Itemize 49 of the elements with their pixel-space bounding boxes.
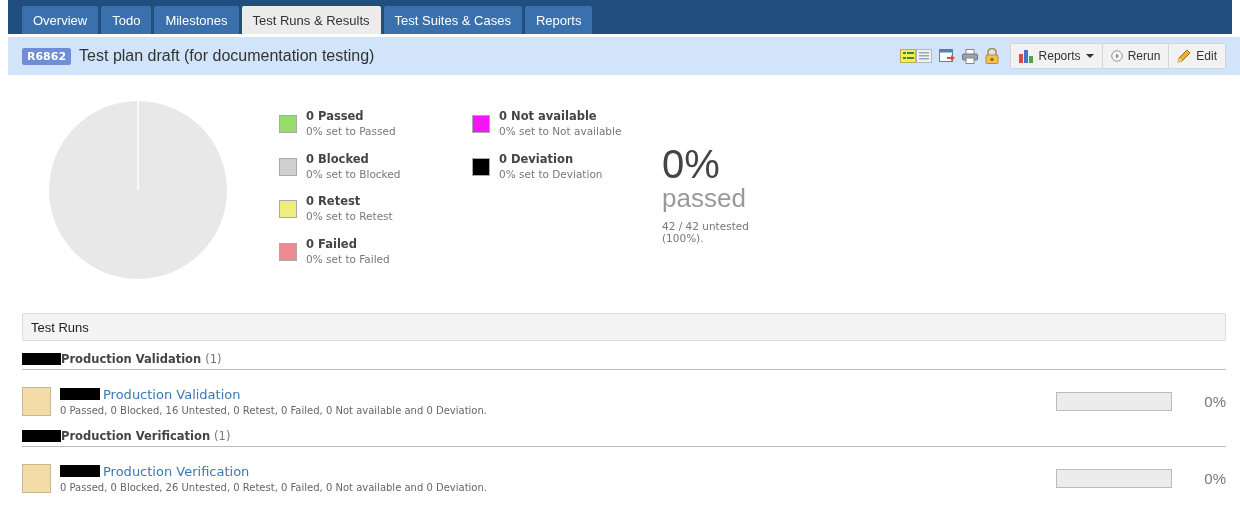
bar-chart-icon bbox=[1018, 49, 1034, 63]
group-title: Production Validation bbox=[61, 352, 202, 366]
plan-title: Test plan draft (for documentation testing) bbox=[79, 47, 375, 65]
group-title: Production Verification bbox=[61, 429, 211, 443]
redaction-block bbox=[22, 430, 61, 442]
legend-label: 0 Deviation bbox=[499, 151, 575, 166]
edit-button[interactable]: Edit bbox=[1168, 44, 1225, 68]
tab[interactable]: Milestones bbox=[154, 6, 239, 34]
run-percent: 0% bbox=[1203, 469, 1226, 487]
redaction-block bbox=[22, 353, 61, 365]
redaction-block bbox=[60, 465, 100, 477]
redaction-block bbox=[60, 388, 100, 400]
run-status-icon bbox=[22, 386, 51, 416]
pass-caption: passed bbox=[662, 184, 747, 212]
legend-label: 0 Passed bbox=[306, 109, 365, 123]
lock-icon[interactable] bbox=[984, 48, 999, 64]
play-icon bbox=[1110, 50, 1123, 62]
run-stats: 0 Passed, 0 Blocked, 26 Untested, 0 Retest, 0 Failed, 0 Not available and 0 Deviation. bbox=[60, 481, 487, 493]
export-icon[interactable] bbox=[938, 49, 955, 63]
legend-detail: 0% set to Retest bbox=[306, 210, 393, 222]
legend-detail: 0% set to Passed bbox=[306, 125, 396, 137]
id-badge: R6862 bbox=[22, 47, 72, 65]
group-count: (1) bbox=[205, 352, 222, 366]
tab[interactable]: Overview bbox=[22, 6, 99, 34]
section-title: Test Runs bbox=[31, 319, 89, 335]
print-icon[interactable] bbox=[961, 48, 978, 64]
untested-summary: 42 / 42 untested (100%). bbox=[662, 220, 750, 244]
tab[interactable]: Test Suites & Cases bbox=[383, 6, 522, 34]
pencil-icon bbox=[1177, 49, 1192, 63]
pass-percent: 0% bbox=[662, 144, 721, 184]
view-toggle-icon[interactable] bbox=[899, 49, 932, 63]
caret-icon bbox=[1085, 54, 1094, 58]
legend-detail: 0% set to Not available bbox=[499, 125, 622, 137]
run-stats: 0 Passed, 0 Blocked, 16 Untested, 0 Retest, 0 Failed, 0 Not available and 0 Deviation. bbox=[60, 404, 487, 416]
tab[interactable]: Test Runs & Results bbox=[241, 6, 381, 34]
legend-label: 0 Blocked bbox=[306, 151, 370, 166]
run-percent: 0% bbox=[1203, 392, 1226, 410]
group-count: (1) bbox=[214, 429, 231, 443]
run-status-icon bbox=[22, 463, 51, 493]
legend-detail: 0% set to Failed bbox=[306, 252, 390, 265]
legend-detail: 0% set to Blocked bbox=[306, 167, 401, 180]
legend-label: 0 Retest bbox=[306, 194, 362, 208]
run-link[interactable]: Production Verification bbox=[103, 463, 250, 479]
tab[interactable]: Todo bbox=[101, 6, 152, 34]
run-link[interactable]: Production Validation bbox=[103, 386, 241, 402]
legend-detail: 0% set to Deviation bbox=[499, 167, 603, 180]
tab[interactable]: Reports bbox=[524, 6, 593, 34]
legend-label: 0 Failed bbox=[306, 236, 358, 251]
legend-label: 0 Not available bbox=[499, 109, 598, 123]
